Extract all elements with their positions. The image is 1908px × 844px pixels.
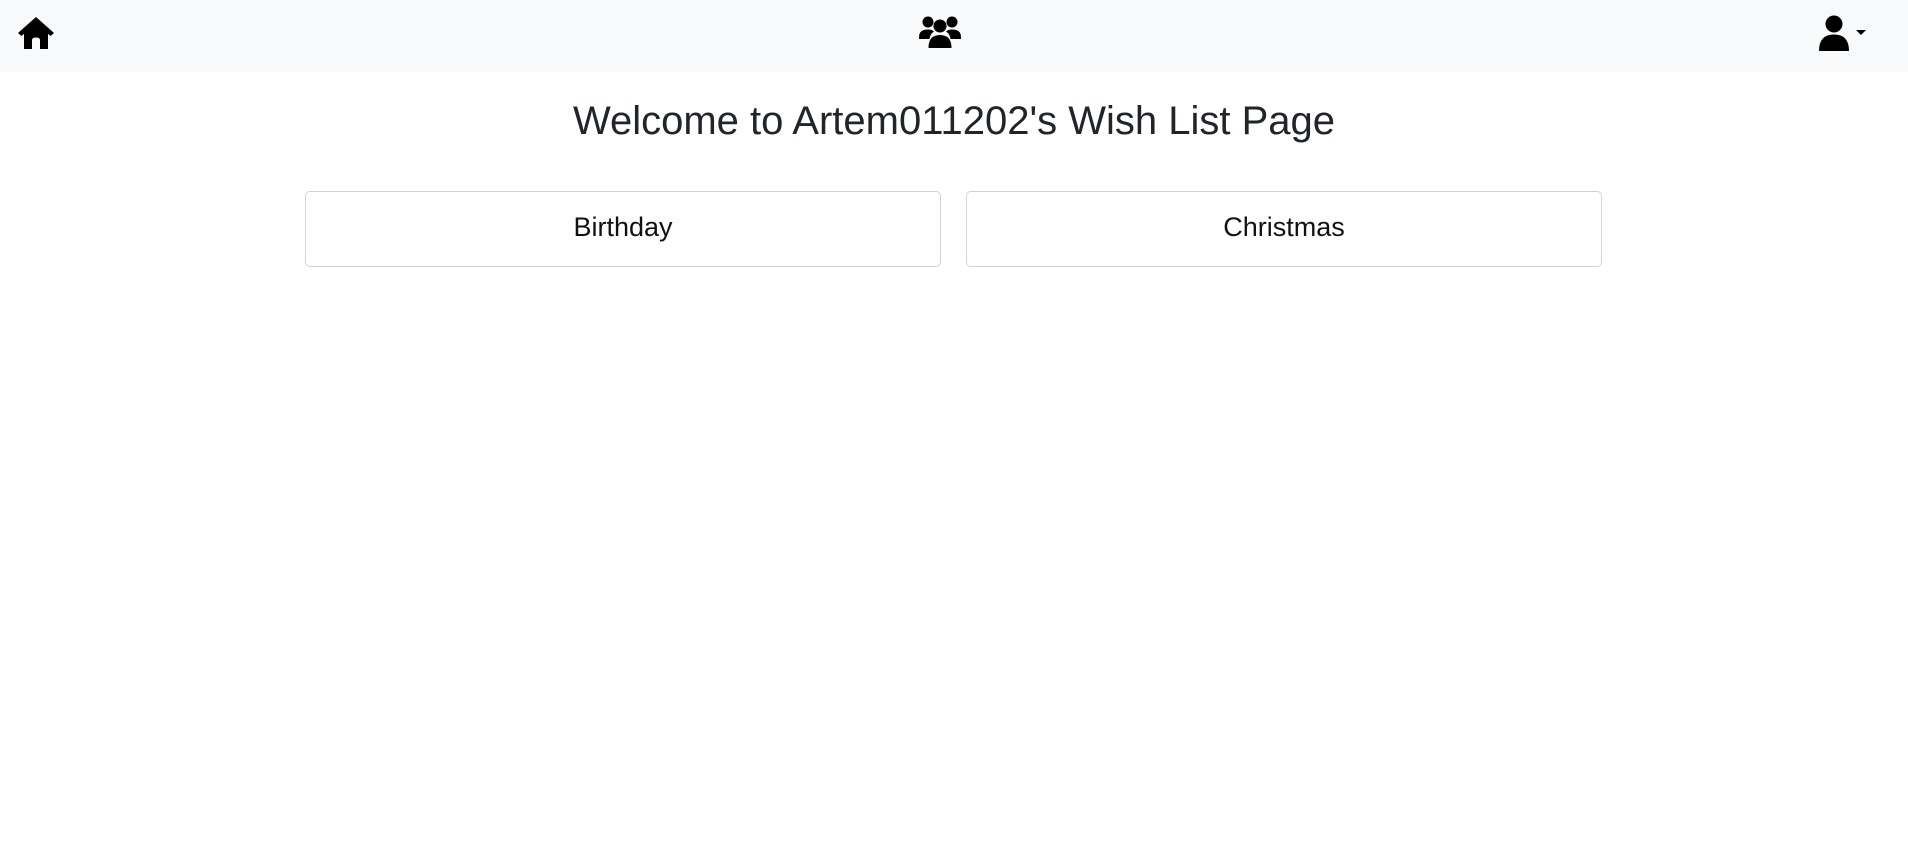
top-navbar	[0, 0, 1908, 72]
page-title: Welcome to Artem011202's Wish List Page	[572, 99, 1336, 143]
users-group-icon	[919, 16, 961, 48]
caret-down-icon	[1856, 30, 1866, 35]
home-link[interactable]	[16, 14, 56, 52]
wish-list-cards: Birthday Christmas	[305, 191, 1603, 267]
friends-link[interactable]	[918, 13, 962, 51]
user-menu-toggle[interactable]	[1818, 13, 1880, 53]
wish-list-card-title: Birthday	[573, 211, 673, 242]
home-icon	[18, 17, 54, 49]
user-icon	[1819, 15, 1849, 51]
wish-list-card-christmas[interactable]: Christmas	[966, 191, 1602, 267]
wish-list-card-title: Christmas	[1223, 211, 1345, 242]
wish-list-card-birthday[interactable]: Birthday	[305, 191, 941, 267]
